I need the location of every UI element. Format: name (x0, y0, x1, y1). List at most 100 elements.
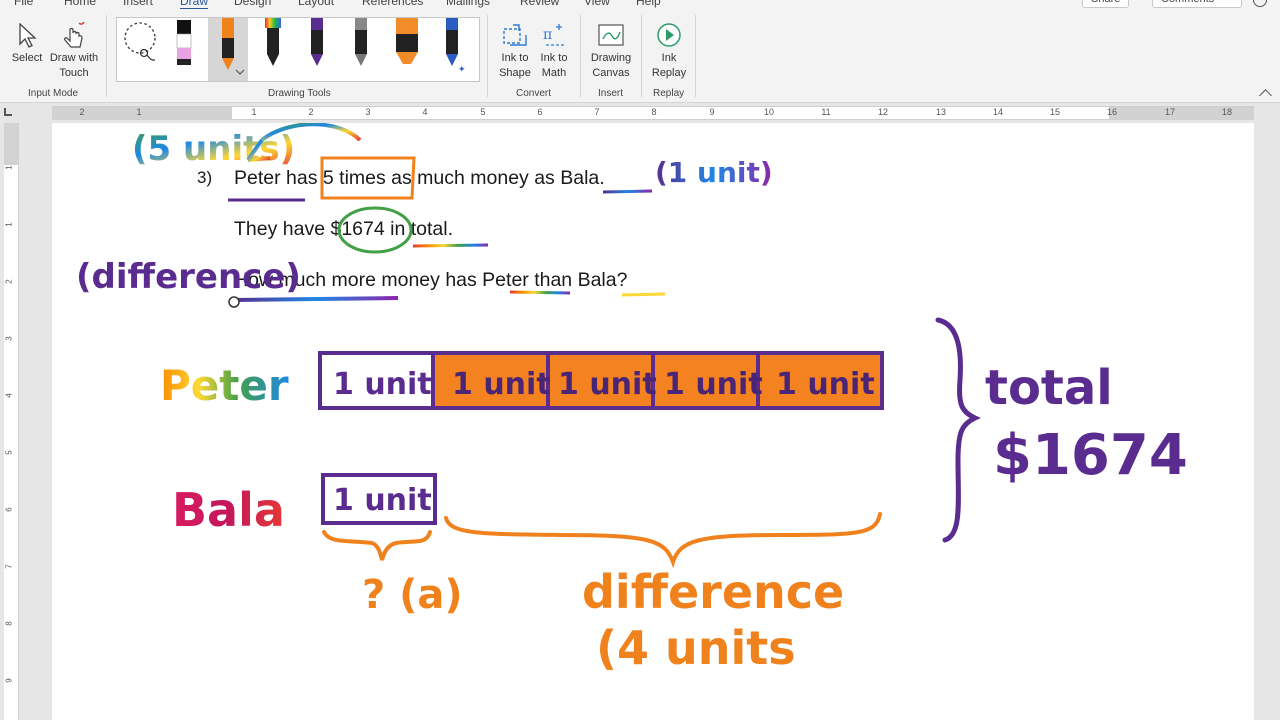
group-label-input-mode: Input Mode (28, 88, 79, 99)
tab-help[interactable]: Help (636, 0, 661, 8)
ruler-number: 17 (1164, 107, 1176, 117)
ruler-number: 5 (480, 107, 486, 117)
group-label-drawing-tools: Drawing Tools (268, 88, 331, 99)
ink-four-units: (4 units (596, 621, 796, 675)
tab-mailings[interactable]: Mailings (446, 0, 490, 8)
orange-pen[interactable] (208, 18, 248, 81)
ink-layer: (5 units) (1 unit) (difference) Peter Ba… (76, 123, 1188, 675)
ink-to-shape-icon (496, 21, 534, 49)
ribbon-divider (106, 15, 107, 97)
vertical-ruler[interactable]: 1 1 2 3 4 5 6 7 8 9 (4, 123, 19, 720)
comments-button[interactable]: Comments (1152, 0, 1242, 8)
ruler-number: 1 (136, 107, 142, 117)
ribbon-tab-bar: File Home Insert Draw Design Layout Refe… (0, 0, 1280, 9)
unit-label: 1 unit (664, 367, 763, 402)
tab-home[interactable]: Home (64, 0, 96, 8)
ruler-number: 2 (79, 107, 85, 117)
ink-to-math-button[interactable]: π Ink to Math (536, 21, 572, 81)
tab-insert[interactable]: Insert (123, 0, 153, 8)
unit-label: 1 unit (558, 367, 657, 402)
ruler-number: 6 (4, 507, 14, 512)
ruler-number: 15 (1049, 107, 1061, 117)
group-label-insert: Insert (598, 88, 624, 99)
ink-difference-note: (difference) (76, 257, 301, 297)
ruler-number: 18 (1221, 107, 1233, 117)
tab-references[interactable]: References (362, 0, 423, 8)
ink-replay-button[interactable]: Ink Replay (648, 21, 690, 81)
ruler-number: 1 (4, 165, 14, 170)
ribbon-divider (641, 15, 642, 97)
ink-one-unit-note: (1 unit) (655, 156, 773, 189)
ruler-number: 7 (594, 107, 600, 117)
unit-label: 1 unit (333, 367, 432, 402)
tab-draw[interactable]: Draw (180, 0, 209, 9)
svg-text:✦: ✦ (458, 65, 466, 74)
ruler-right-margin (1109, 107, 1254, 119)
ink-to-math-icon: π (536, 21, 572, 49)
tab-view[interactable]: View (584, 0, 610, 8)
svg-text:π: π (543, 27, 552, 43)
document-page[interactable]: 3) Peter has 5 times as much money as Ba… (52, 123, 1254, 720)
tab-file[interactable]: File (14, 0, 33, 8)
ruler-number: 11 (821, 107, 831, 117)
drawing-canvas-icon (588, 21, 634, 49)
ink-difference-label: difference (582, 565, 844, 619)
ribbon-divider (695, 15, 696, 97)
touch-hand-icon (48, 21, 100, 49)
ruler-number: 6 (537, 107, 543, 117)
ink-total-label: total (985, 360, 1113, 416)
ruler-number: 13 (935, 107, 947, 117)
ruler-number: 8 (4, 621, 14, 626)
ruler-top-margin (4, 123, 18, 165)
ink-question-a: ? (a) (362, 572, 463, 618)
tab-design[interactable]: Design (234, 0, 271, 8)
ruler-number: 16 (1106, 107, 1118, 117)
ruler-number: 1 (4, 222, 14, 227)
orange-highlighter[interactable] (387, 18, 427, 81)
tab-layout[interactable]: Layout (298, 0, 334, 8)
ribbon-divider (580, 15, 581, 97)
vertical-scroll-area[interactable] (1254, 123, 1280, 720)
rainbow-pen[interactable] (253, 18, 293, 81)
ruler-number: 1 (251, 107, 257, 117)
smiley-icon[interactable] (1253, 0, 1267, 7)
ruler-number: 14 (992, 107, 1004, 117)
tab-stop-selector[interactable] (4, 108, 12, 116)
ink-to-shape-button[interactable]: Ink to Shape (496, 21, 534, 81)
ocean-pen[interactable]: ✦ (432, 18, 472, 81)
ruler-number: 12 (877, 107, 889, 117)
purple-pen[interactable] (297, 18, 337, 81)
horizontal-ruler[interactable]: 2 1 1 2 3 4 5 6 7 8 9 10 11 12 13 14 15 … (52, 106, 1254, 120)
select-button[interactable]: Select (8, 21, 46, 66)
collapse-ribbon-chevron-icon[interactable] (1259, 89, 1272, 102)
galaxy-pen[interactable] (341, 18, 381, 81)
ink-bala-label: Bala (172, 483, 285, 537)
draw-with-touch-button[interactable]: Draw with Touch (48, 21, 100, 81)
ruler-number: 9 (4, 678, 14, 683)
pencil-pen[interactable] (164, 18, 204, 81)
tab-review[interactable]: Review (520, 0, 559, 8)
ruler-number: 5 (4, 450, 14, 455)
cursor-arrow-icon (8, 21, 46, 49)
ruler-number: 10 (763, 107, 775, 117)
pen-gallery: ✦ (116, 17, 480, 82)
ruler-number: 3 (4, 336, 14, 341)
ink-total-value: $1674 (993, 423, 1188, 488)
group-label-replay: Replay (653, 88, 685, 99)
share-button[interactable]: Share (1082, 0, 1130, 8)
ruler-row: 2 1 1 2 3 4 5 6 7 8 9 10 11 12 13 14 15 … (0, 103, 1280, 123)
unit-label: 1 unit (452, 367, 551, 402)
ruler-number: 2 (308, 107, 314, 117)
unit-label: 1 unit (776, 367, 875, 402)
ribbon-divider (487, 15, 488, 97)
lasso-select-tool[interactable] (119, 18, 159, 81)
ruler-number: 3 (365, 107, 371, 117)
ruler-number: 4 (422, 107, 428, 117)
ruler-number: 9 (709, 107, 715, 117)
ruler-number: 7 (4, 564, 14, 569)
ink-peter-label: Peter (160, 361, 289, 410)
ribbon: Select Draw with Touch Input Mode ✦ Draw… (0, 9, 1280, 103)
drawing-canvas-button[interactable]: Drawing Canvas (588, 21, 634, 81)
ruler-number: 8 (651, 107, 657, 117)
unit-label: 1 unit (333, 483, 432, 518)
